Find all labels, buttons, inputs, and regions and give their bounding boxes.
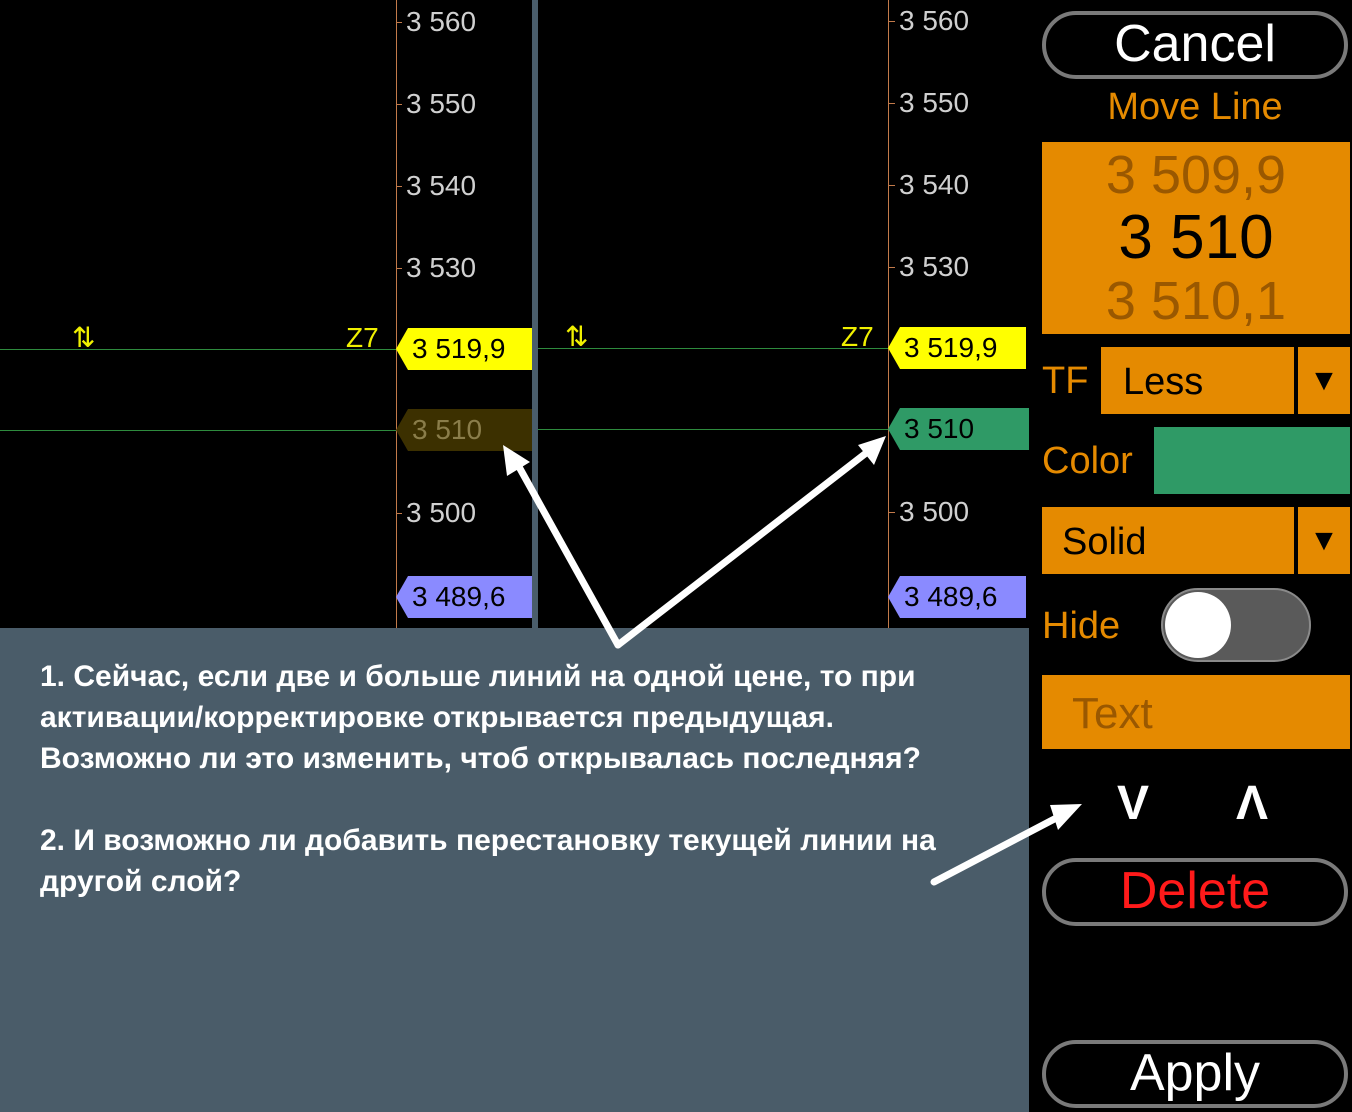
price-tag-purple[interactable]: 3 489,6	[396, 576, 532, 618]
text-input[interactable]: Text	[1042, 675, 1350, 749]
price-tick: 3 550	[888, 87, 970, 118]
tf-value: Less	[1123, 361, 1204, 403]
price-axis-line	[888, 0, 889, 628]
layer-down-button[interactable]: V	[1108, 778, 1158, 830]
chart-left[interactable]: 3 560 3 550 3 540 3 530 3 500 ⇅ Z7 3 519…	[0, 0, 532, 628]
swap-icon: ⇅	[565, 321, 589, 352]
color-label: Color	[1042, 440, 1133, 482]
price-tick: 3 500	[888, 496, 970, 527]
price-line-3519[interactable]	[538, 348, 888, 349]
delete-button[interactable]: Delete	[1042, 858, 1348, 926]
annotation-text: 1. Сейчас, если две и больше линий на од…	[40, 656, 940, 902]
chevron-down-icon[interactable]: ▼	[1294, 507, 1350, 574]
cancel-button[interactable]: Cancel	[1042, 11, 1348, 79]
price-tick: 3 560	[395, 6, 477, 37]
price-tag-green[interactable]: 3 510	[888, 408, 1029, 450]
price-tick: 3 500	[395, 497, 477, 528]
swap-icon: ⇅	[72, 322, 96, 353]
price-tag-yellow[interactable]: 3 519,9	[888, 327, 1026, 369]
price-current: 3 510	[1118, 203, 1274, 272]
color-swatch[interactable]	[1154, 427, 1350, 494]
price-prev[interactable]: 3 509,9	[1042, 144, 1350, 206]
price-axis-line	[396, 0, 397, 628]
tf-label: TF	[1042, 360, 1089, 402]
toggle-knob	[1165, 592, 1231, 658]
chevron-down-icon[interactable]: ▼	[1294, 347, 1350, 414]
text-placeholder: Text	[1072, 689, 1153, 738]
annotation-paragraph-1: 1. Сейчас, если две и больше линий на од…	[40, 660, 922, 775]
apply-button[interactable]: Apply	[1042, 1040, 1348, 1108]
price-tag-purple[interactable]: 3 489,6	[888, 576, 1026, 618]
line-style-value: Solid	[1062, 521, 1147, 563]
price-tick: 3 540	[888, 169, 970, 200]
chart-right[interactable]: 3 560 3 550 3 540 3 530 3 500 ⇅ Z7 3 519…	[538, 0, 1029, 628]
tf-dropdown[interactable]: Less ▼	[1101, 347, 1350, 414]
price-line-3510[interactable]	[538, 429, 888, 430]
price-tick: 3 530	[888, 251, 970, 282]
hide-toggle[interactable]	[1161, 588, 1311, 662]
price-tag-olive[interactable]: 3 510	[396, 409, 532, 451]
annotation-paragraph-2: 2. И возможно ли добавить перестановку т…	[40, 824, 936, 898]
zone-label: Z7	[841, 321, 874, 352]
price-picker[interactable]: 3 509,9 3 510 3 510,1	[1042, 142, 1350, 334]
layer-up-button[interactable]: Λ	[1227, 778, 1277, 830]
price-tick: 3 550	[395, 88, 477, 119]
zone-label: Z7	[346, 322, 379, 353]
hide-label: Hide	[1042, 605, 1121, 647]
price-next[interactable]: 3 510,1	[1042, 270, 1350, 332]
price-tag-yellow[interactable]: 3 519,9	[396, 328, 532, 370]
price-tick: 3 560	[888, 5, 970, 36]
panel-title: Move Line	[1107, 86, 1283, 128]
price-line-3510[interactable]	[0, 430, 396, 431]
price-tick: 3 540	[395, 170, 477, 201]
line-style-dropdown[interactable]: Solid ▼	[1042, 507, 1350, 574]
price-line-3519[interactable]	[0, 349, 396, 350]
price-tick: 3 530	[395, 252, 477, 283]
